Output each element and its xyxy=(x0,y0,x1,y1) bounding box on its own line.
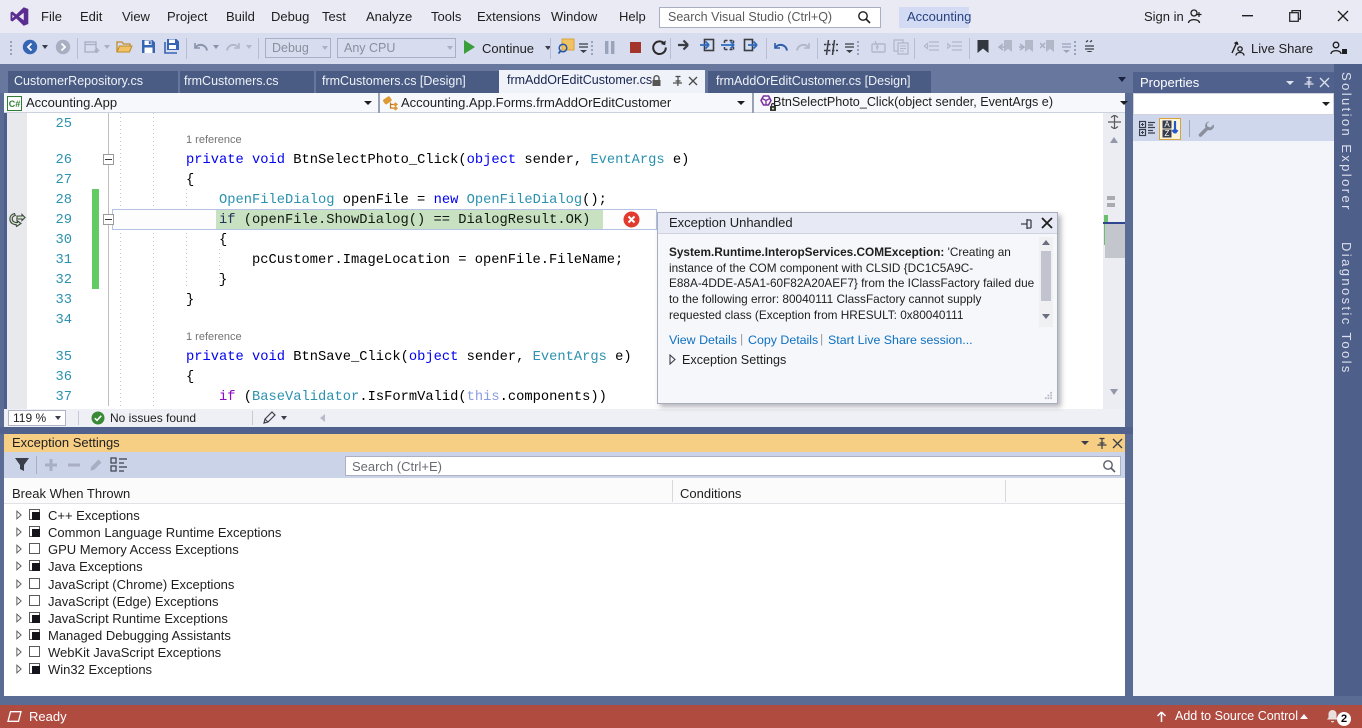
svg-text:A: A xyxy=(1164,120,1170,129)
svg-text:Z: Z xyxy=(1165,129,1170,138)
svg-text:C#: C# xyxy=(9,99,21,109)
